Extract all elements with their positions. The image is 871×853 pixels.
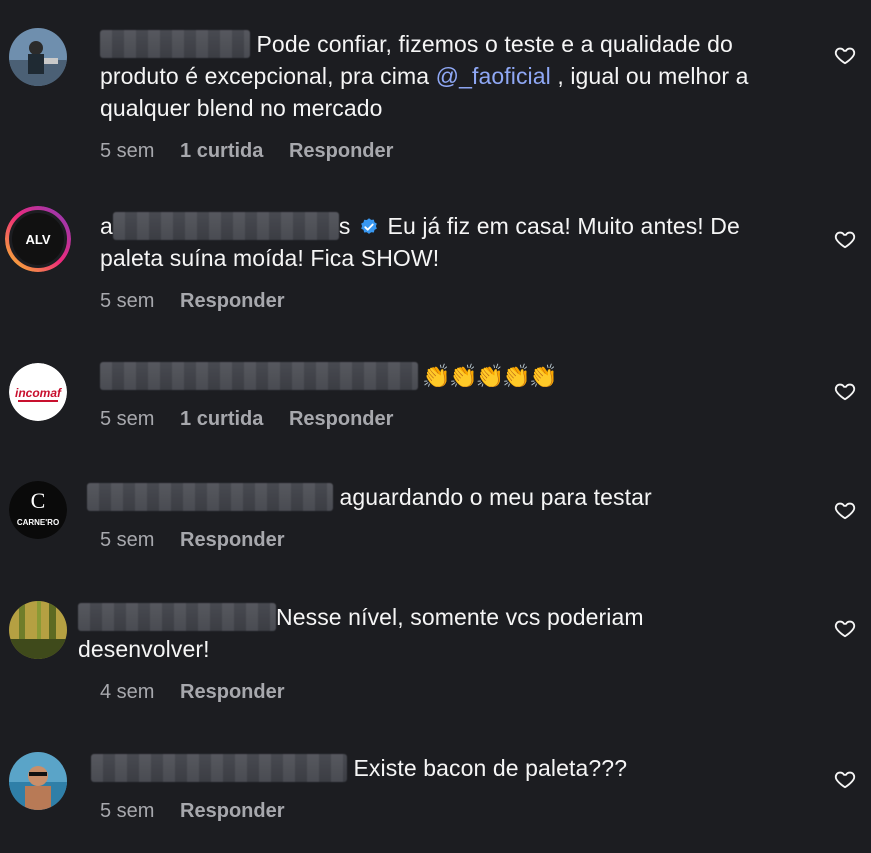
comment-text: 👏👏👏👏👏	[100, 360, 800, 392]
avatar[interactable]	[9, 601, 67, 659]
likes-count[interactable]: 1 curtida	[180, 140, 263, 162]
avatar-logo-text: incomaf	[15, 386, 62, 400]
comment-text: Pode confiar, fizemos o teste e a qualid…	[100, 30, 749, 121]
avatar-logo-text: CARNE'RO	[17, 518, 59, 527]
heart-outline-icon[interactable]	[834, 380, 856, 402]
reply-button[interactable]: Responder	[180, 529, 284, 551]
avatar-logo-text: ALV	[25, 232, 50, 247]
avatar[interactable]: incomaf	[9, 363, 67, 421]
heart-outline-icon[interactable]	[834, 44, 856, 66]
avatar[interactable]	[9, 752, 67, 810]
comment-time[interactable]: 5 sem	[100, 529, 154, 551]
username-redacted[interactable]	[100, 30, 250, 58]
avatar[interactable]	[9, 28, 67, 86]
comment-meta: 5 sem Responder	[100, 527, 787, 553]
username-suffix[interactable]: s	[339, 213, 351, 239]
comment-meta: 5 sem 1 curtida Responder	[100, 406, 800, 432]
comment-text: Existe bacon de paleta???	[91, 752, 791, 784]
comment-meta: 5 sem Responder	[100, 288, 800, 314]
likes-count[interactable]: 1 curtida	[180, 408, 263, 430]
comment-time[interactable]: 5 sem	[100, 408, 154, 430]
heart-outline-icon[interactable]	[834, 768, 856, 790]
comment-text: as Eu já fiz em casa! Muito antes! De pa…	[100, 212, 740, 271]
comment-time[interactable]: 5 sem	[100, 290, 154, 312]
heart-outline-icon[interactable]	[834, 617, 856, 639]
username-redacted[interactable]	[78, 603, 276, 631]
reply-button[interactable]: Responder	[180, 800, 284, 822]
comment-time[interactable]: 5 sem	[100, 800, 154, 822]
avatar[interactable]: C CARNE'RO	[9, 481, 67, 539]
comment-meta: 5 sem Responder	[100, 798, 791, 824]
username-redacted[interactable]	[91, 754, 347, 782]
comment-meta: 5 sem 1 curtida Responder	[100, 138, 800, 164]
comment-text: aguardando o meu para testar	[87, 481, 787, 513]
comments-list: Pode confiar, fizemos o teste e a qualid…	[0, 0, 871, 853]
reply-button[interactable]: Responder	[289, 140, 393, 162]
svg-text:C: C	[31, 488, 46, 513]
verified-badge-icon	[361, 218, 377, 234]
comment-meta: 4 sem Responder	[100, 679, 778, 705]
username-redacted[interactable]	[87, 483, 333, 511]
comment-time[interactable]: 5 sem	[100, 140, 154, 162]
reply-button[interactable]: Responder	[289, 408, 393, 430]
username-prefix[interactable]: a	[100, 213, 113, 239]
reply-button[interactable]: Responder	[180, 290, 284, 312]
username-redacted[interactable]	[112, 212, 339, 240]
comment-text: Nesse nível, somente vcs poderiam desenv…	[78, 603, 644, 662]
mention-link[interactable]: @_faoficial	[436, 63, 551, 89]
heart-outline-icon[interactable]	[834, 228, 856, 250]
comment-time[interactable]: 4 sem	[100, 681, 154, 703]
avatar[interactable]: ALV	[5, 206, 71, 272]
username-redacted[interactable]	[100, 362, 418, 390]
reply-button[interactable]: Responder	[180, 681, 284, 703]
heart-outline-icon[interactable]	[834, 499, 856, 521]
